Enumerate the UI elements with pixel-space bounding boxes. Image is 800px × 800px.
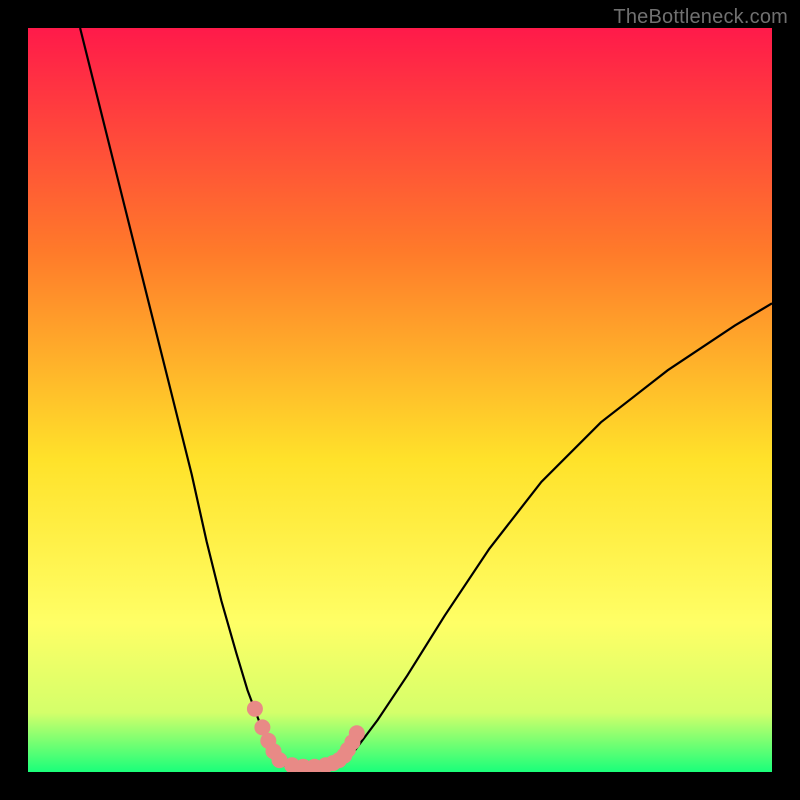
gradient-background (28, 28, 772, 772)
bottleneck-curve-chart (28, 28, 772, 772)
outer-frame: TheBottleneck.com (0, 0, 800, 800)
watermark-text: TheBottleneck.com (613, 6, 788, 29)
marker-dot (349, 725, 365, 741)
plot-area (28, 28, 772, 772)
marker-dot (247, 701, 263, 717)
